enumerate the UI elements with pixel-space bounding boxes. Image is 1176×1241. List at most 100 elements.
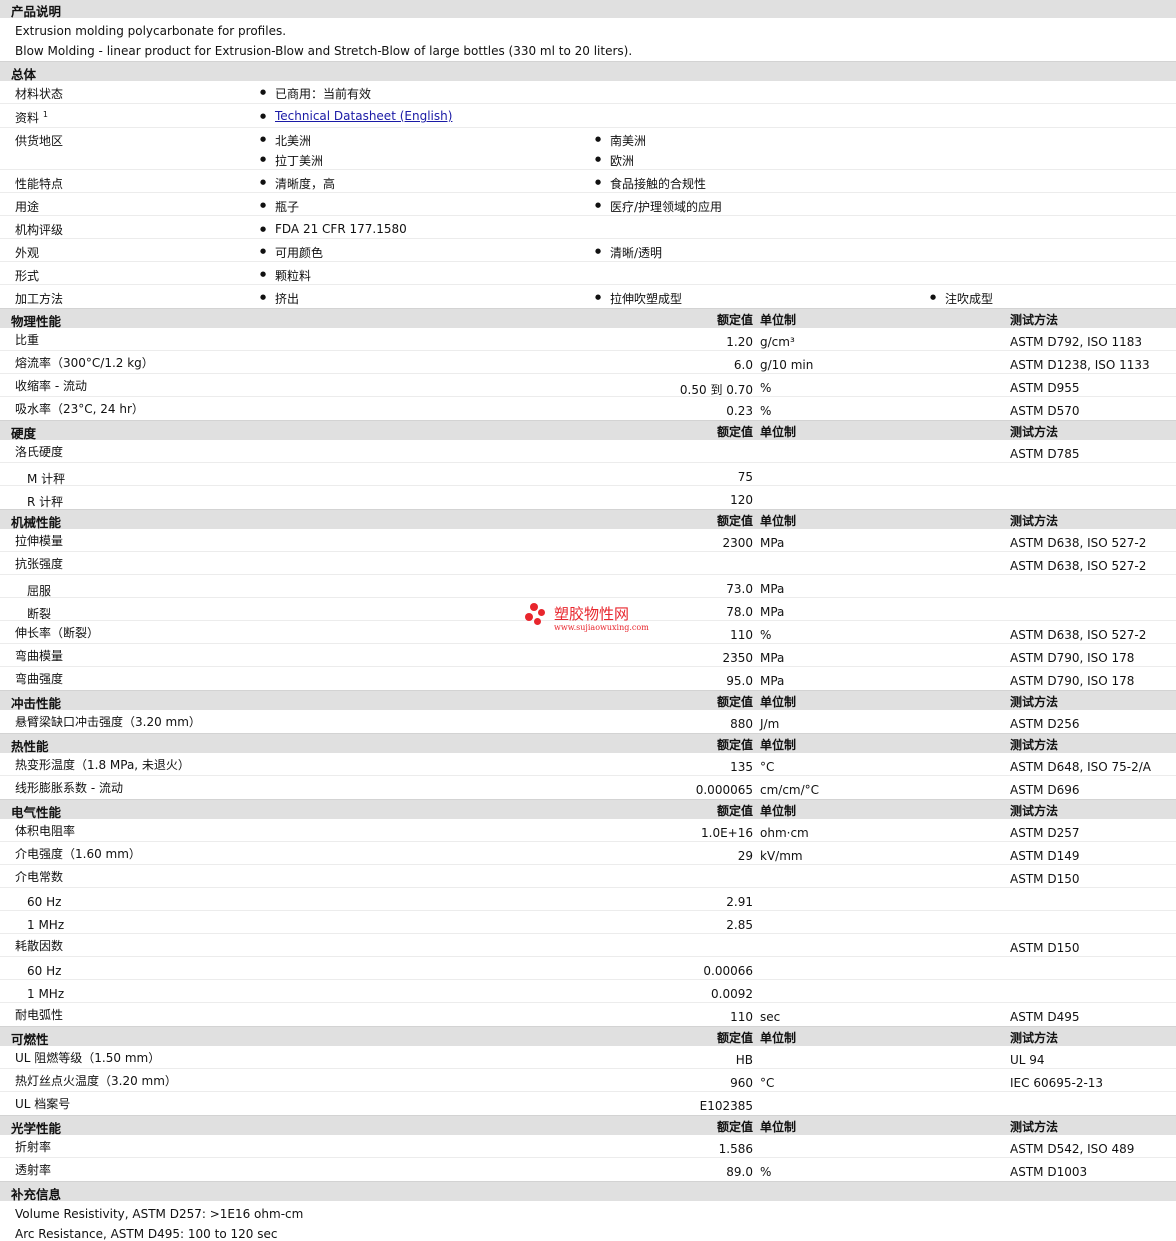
property-test-method: ASTM D790, ISO 178 xyxy=(1010,674,1135,688)
property-label: 1 MHz xyxy=(27,918,65,932)
row-label: 加工方法 xyxy=(15,292,64,306)
column-header-unit: 单位制 xyxy=(760,514,797,528)
bullet-value: 注吹成型 xyxy=(930,290,993,307)
property-label: 伸长率（断裂） xyxy=(15,626,100,640)
property-label: 熔流率（300°C/1.2 kg） xyxy=(15,356,154,370)
property-label: 洛氏硬度 xyxy=(15,445,64,459)
property-test-method: ASTM D495 xyxy=(1010,1010,1080,1024)
bullet-value: 北美洲 xyxy=(260,132,311,149)
property-label: 介电强度（1.60 mm） xyxy=(15,847,141,861)
column-header-method: 测试方法 xyxy=(1010,1120,1059,1134)
property-test-method: IEC 60695-2-13 xyxy=(1010,1076,1104,1090)
column-header-method: 测试方法 xyxy=(1010,514,1059,528)
property-value: 89.0 xyxy=(726,1165,753,1179)
section-header-supplement: 补充信息 xyxy=(0,1181,1176,1202)
property-label: 耗散因数 xyxy=(15,939,64,953)
bullet-item: Technical Datasheet (English) xyxy=(260,109,452,123)
general-row-form: 形式 颗粒料 xyxy=(0,262,1176,285)
row-label: 材料状态 xyxy=(15,87,64,101)
bullet-value: 已商用：当前有效 xyxy=(260,85,371,102)
column-header-value: 额定值 xyxy=(716,804,753,818)
column-header-method: 测试方法 xyxy=(1010,695,1059,709)
column-header-value: 额定值 xyxy=(716,1120,753,1134)
column-header-unit: 单位制 xyxy=(760,425,797,439)
column-header-value: 额定值 xyxy=(716,738,753,752)
property-test-method: ASTM D1238, ISO 1133 xyxy=(1010,358,1150,372)
property-label: 比重 xyxy=(15,333,40,347)
property-value: 1.586 xyxy=(718,1142,753,1156)
section-header-hardness: 硬度 额定值 单位制 测试方法 xyxy=(0,420,1176,441)
property-value: 75 xyxy=(737,470,753,484)
column-header-method: 测试方法 xyxy=(1010,804,1059,818)
column-header-unit: 单位制 xyxy=(760,738,797,752)
property-label: 断裂 xyxy=(27,607,52,621)
description-line: Extrusion molding polycarbonate for prof… xyxy=(15,24,287,38)
watermark-logo: 塑胶物性网 www.sujiaowuxing.com xyxy=(524,603,664,637)
property-label: 透射率 xyxy=(15,1163,52,1177)
section-header-impact: 冲击性能 额定值 单位制 测试方法 xyxy=(0,690,1176,711)
property-label: R 计秤 xyxy=(27,495,64,509)
technical-datasheet-link[interactable]: Technical Datasheet (English) xyxy=(275,109,452,123)
property-row: 介电常数 ASTM D150 xyxy=(0,865,1176,888)
section-header-product-description: 产品说明 xyxy=(0,0,1176,19)
property-test-method: ASTM D638, ISO 527-2 xyxy=(1010,559,1147,573)
property-row: 热变形温度（1.8 MPa, 未退火） 135 °C ASTM D648, ISO 7… xyxy=(0,753,1176,776)
property-test-method: ASTM D149 xyxy=(1010,849,1080,863)
column-header-unit: 单位制 xyxy=(760,313,797,327)
bullet-value: 南美洲 xyxy=(595,132,646,149)
property-row: 体积电阻率 1.0E+16 ohm·cm ASTM D257 xyxy=(0,819,1176,842)
bullet-value: 瓶子 xyxy=(260,198,299,215)
column-header-unit: 单位制 xyxy=(760,1120,797,1134)
property-test-method: ASTM D542, ISO 489 xyxy=(1010,1142,1135,1156)
property-label: 弯曲模量 xyxy=(15,649,64,663)
property-label: UL 档案号 xyxy=(15,1097,71,1111)
property-value: 1.0E+16 xyxy=(701,826,753,840)
property-row: 耐电弧性 110 sec ASTM D495 xyxy=(0,1003,1176,1026)
bullet-value: 清晰度，高 xyxy=(260,175,335,192)
property-unit: °C xyxy=(760,1076,775,1090)
property-unit: sec xyxy=(760,1010,781,1024)
column-header-value: 额定值 xyxy=(716,695,753,709)
property-row: 弯曲模量 2350 MPa ASTM D790, ISO 178 xyxy=(0,644,1176,667)
column-header-method: 测试方法 xyxy=(1010,313,1059,327)
property-test-method: ASTM D638, ISO 527-2 xyxy=(1010,536,1147,550)
property-value: 1.20 xyxy=(726,335,753,349)
watermark-text: 塑胶物性网 xyxy=(554,605,630,623)
property-row: 拉伸模量 2300 MPa ASTM D638, ISO 527-2 xyxy=(0,529,1176,552)
general-row-docs: 资料 1 Technical Datasheet (English) xyxy=(0,104,1176,128)
property-value: 6.0 xyxy=(733,358,753,372)
general-row-region: 供货地区 北美洲 南美洲 拉丁美洲 欧洲 xyxy=(0,128,1176,170)
property-unit: MPa xyxy=(760,674,785,688)
bullet-value: 医疗/护理领域的应用 xyxy=(595,198,722,215)
row-label: 资料 1 xyxy=(15,110,48,125)
property-value: 0.50 到 0.70 xyxy=(679,383,753,397)
property-value: 2.91 xyxy=(726,895,753,909)
property-test-method: ASTM D785 xyxy=(1010,447,1080,461)
bullet-value: FDA 21 CFR 177.1580 xyxy=(260,222,407,236)
property-value: 2300 xyxy=(722,536,753,550)
property-label: M 计秤 xyxy=(27,472,66,486)
bullet-value: 颗粒料 xyxy=(260,267,311,284)
property-value: 2350 xyxy=(722,651,753,665)
bullet-value: 拉伸吹塑成型 xyxy=(595,290,682,307)
property-test-method: UL 94 xyxy=(1010,1053,1045,1067)
property-unit: % xyxy=(760,381,772,395)
property-row: 介电强度（1.60 mm） 29 kV/mm ASTM D149 xyxy=(0,842,1176,865)
property-value: 2.85 xyxy=(726,918,753,932)
section-header-electrical: 电气性能 额定值 单位制 测试方法 xyxy=(0,799,1176,820)
property-test-method: ASTM D955 xyxy=(1010,381,1080,395)
property-row: 悬臂梁缺口冲击强度（3.20 mm） 880 J/m ASTM D256 xyxy=(0,710,1176,733)
property-label: 体积电阻率 xyxy=(15,824,76,838)
column-header-value: 额定值 xyxy=(716,1031,753,1045)
watermark-url: www.sujiaowuxing.com xyxy=(554,623,649,632)
property-unit: MPa xyxy=(760,536,785,550)
property-value: 73.0 xyxy=(726,582,753,596)
property-unit: % xyxy=(760,1165,772,1179)
column-header-value: 额定值 xyxy=(716,514,753,528)
property-test-method: ASTM D257 xyxy=(1010,826,1080,840)
property-unit: °C xyxy=(760,760,775,774)
section-header-thermal: 热性能 额定值 单位制 测试方法 xyxy=(0,733,1176,754)
property-unit: ohm·cm xyxy=(760,826,809,840)
property-test-method: ASTM D1003 xyxy=(1010,1165,1088,1179)
property-row: 弯曲强度 95.0 MPa ASTM D790, ISO 178 xyxy=(0,667,1176,690)
